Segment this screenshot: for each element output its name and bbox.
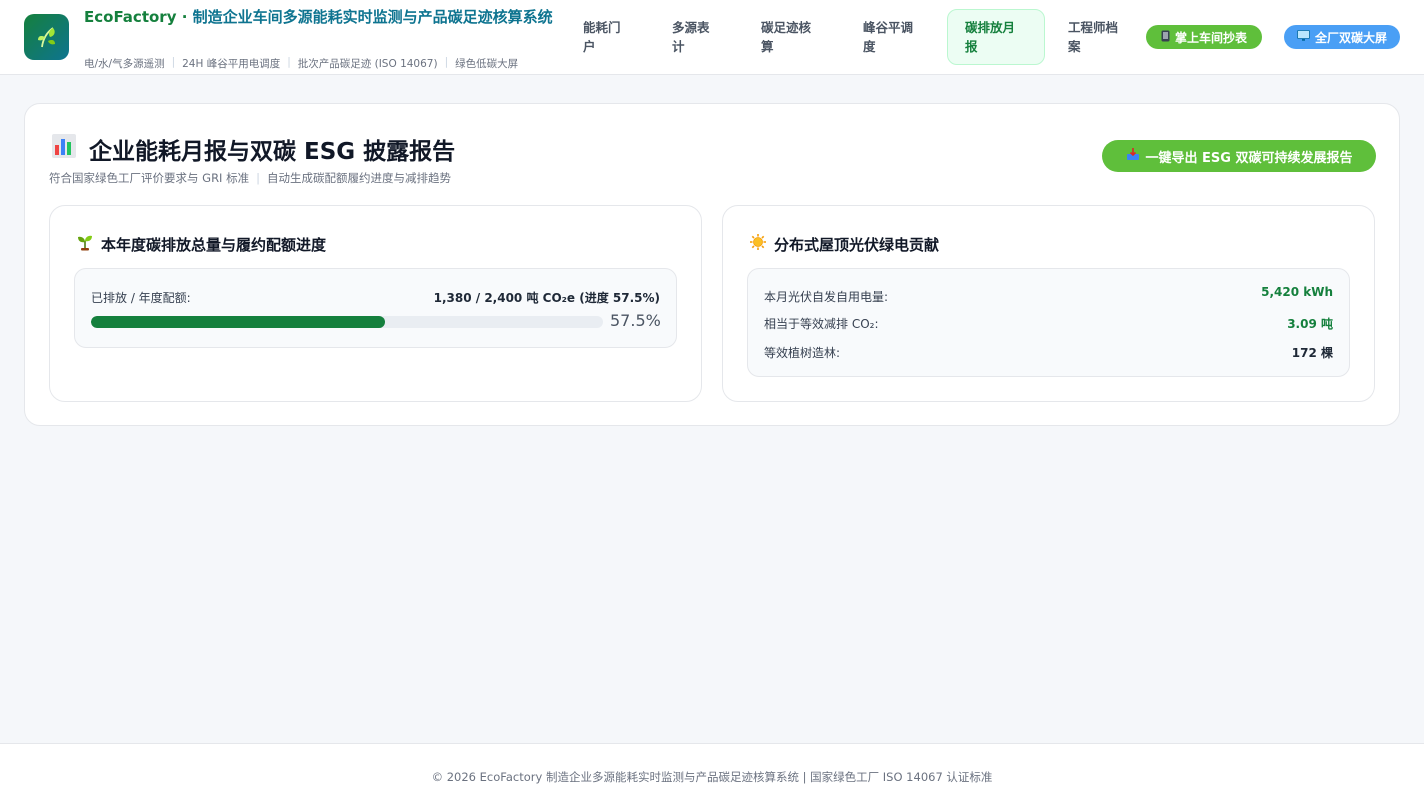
inbox-tray-icon: [1126, 147, 1140, 165]
quota-progress-box: 已排放 / 年度配额: 1,380 / 2,400 吨 CO₂e (进度 57.…: [74, 268, 677, 348]
page-subtitle: 符合国家绿色工厂评价要求与 GRI 标准 | 自动生成碳配额履约进度与减排趋势: [49, 170, 451, 186]
tag: 电/水/气多源遥测: [84, 58, 165, 70]
panel-title-text: 本年度碳排放总量与履约配额进度: [101, 235, 327, 254]
export-esg-report-button[interactable]: 一键导出 ESG 双碳可持续发展报告: [1102, 140, 1376, 172]
page-footer: © 2026 EcoFactory 制造企业多源能耗实时监测与产品碳足迹核算系统…: [0, 743, 1424, 809]
co2-reduction-label: 相当于等效减排 CO₂:: [764, 317, 879, 331]
nav-label: 多源表计: [672, 20, 710, 54]
quota-progress-percent: 57.5%: [610, 311, 661, 330]
report-card: 企业能耗月报与双碳 ESG 披露报告 符合国家绿色工厂评价要求与 GRI 标准 |…: [24, 103, 1400, 426]
nav-item-multi-meter[interactable]: 多源表计: [654, 9, 730, 65]
tag-divider: |: [287, 56, 291, 68]
solar-stats-box: 本月光伏自发自用电量: 5,420 kWh 相当于等效减排 CO₂: 3.09 …: [747, 268, 1350, 377]
subtitle-divider: |: [256, 171, 260, 185]
nav-item-energy-portal[interactable]: 能耗门户: [565, 9, 641, 65]
nav-label: 碳排放月报: [965, 20, 1016, 54]
page-title-text: 企业能耗月报与双碳 ESG 披露报告: [89, 139, 456, 165]
monitor-icon: [1297, 30, 1310, 44]
quota-progress-fill: [91, 316, 386, 328]
solar-self-use-value: 5,420 kWh: [1261, 285, 1333, 299]
tag: 24H 峰谷平用电调度: [182, 58, 281, 70]
brand-description: 制造企业车间多源能耗实时监测与产品碳足迹核算系统: [192, 8, 553, 26]
phone-icon: [1161, 30, 1170, 45]
footer-text: © 2026 EcoFactory 制造企业多源能耗实时监测与产品碳足迹核算系统…: [431, 769, 993, 784]
tag: 批次产品碳足迹 (ISO 14067): [297, 58, 438, 70]
tag-divider: |: [444, 56, 449, 68]
top-navigation-bar: EcoFactory · 制造企业车间多源能耗实时监测与产品碳足迹核算系统 电/…: [0, 0, 1424, 75]
panel-title-text: 分布式屋顶光伏绿电贡献: [774, 235, 940, 254]
export-label: 一键导出 ESG 双碳可持续发展报告: [1145, 150, 1353, 166]
nav-item-carbon-report[interactable]: 碳排放月报: [947, 9, 1045, 65]
carbon-quota-panel: 本年度碳排放总量与履约配额进度 已排放 / 年度配额: 1,380 / 2,40…: [49, 205, 702, 402]
mobile-meter-button[interactable]: 掌上车间抄表: [1146, 25, 1262, 49]
subtitle-part: 符合国家绿色工厂评价要求与 GRI 标准: [49, 171, 250, 185]
subtitle-part: 自动生成碳配额履约进度与减排趋势: [266, 171, 451, 185]
nav-item-engineer-archive[interactable]: 工程师档案: [1050, 9, 1140, 65]
panel-title: 分布式屋顶光伏绿电贡献: [749, 233, 939, 255]
brand-tags: 电/水/气多源遥测 | 24H 峰谷平用电调度 | 批次产品碳足迹 (ISO 140…: [84, 56, 518, 71]
nav-label: 峰谷平调度: [863, 20, 914, 54]
quota-progress-bar: [91, 316, 603, 328]
nav-label: 碳足迹核算: [761, 20, 812, 54]
seedling-icon: [76, 233, 94, 255]
bar-chart-icon: [51, 133, 77, 165]
factory-screen-label: 全厂双碳大屏: [1314, 30, 1387, 45]
solar-contribution-panel: 分布式屋顶光伏绿电贡献 本月光伏自发自用电量: 5,420 kWh 相当于等效减…: [722, 205, 1375, 402]
nav-label: 能耗门户: [583, 20, 621, 54]
page-title: 企业能耗月报与双碳 ESG 披露报告: [51, 132, 455, 166]
quota-value: 1,380 / 2,400 吨 CO₂e (进度 57.5%): [433, 291, 660, 305]
leaf-icon[interactable]: [24, 14, 69, 60]
panel-title: 本年度碳排放总量与履约配额进度: [76, 233, 326, 255]
factory-screen-button[interactable]: 全厂双碳大屏: [1284, 25, 1400, 49]
sun-icon: [749, 233, 767, 255]
tag: 绿色低碳大屏: [455, 58, 519, 70]
tag-divider: |: [171, 56, 176, 68]
nav-item-peak-valley[interactable]: 峰谷平调度: [845, 9, 935, 65]
co2-reduction-value: 3.09 吨: [1287, 317, 1333, 331]
nav-label: 工程师档案: [1068, 20, 1119, 54]
tree-equivalent-label: 等效植树造林:: [764, 346, 841, 360]
brand-title: EcoFactory · 制造企业车间多源能耗实时监测与产品碳足迹核算系统: [84, 6, 564, 29]
quota-label: 已排放 / 年度配额:: [91, 291, 191, 305]
tree-equivalent-value: 172 棵: [1291, 346, 1333, 360]
solar-self-use-label: 本月光伏自发自用电量:: [764, 290, 889, 304]
brand-name: EcoFactory ·: [84, 8, 193, 26]
nav-item-carbon-footprint[interactable]: 碳足迹核算: [743, 9, 833, 65]
mobile-meter-label: 掌上车间抄表: [1174, 30, 1247, 45]
